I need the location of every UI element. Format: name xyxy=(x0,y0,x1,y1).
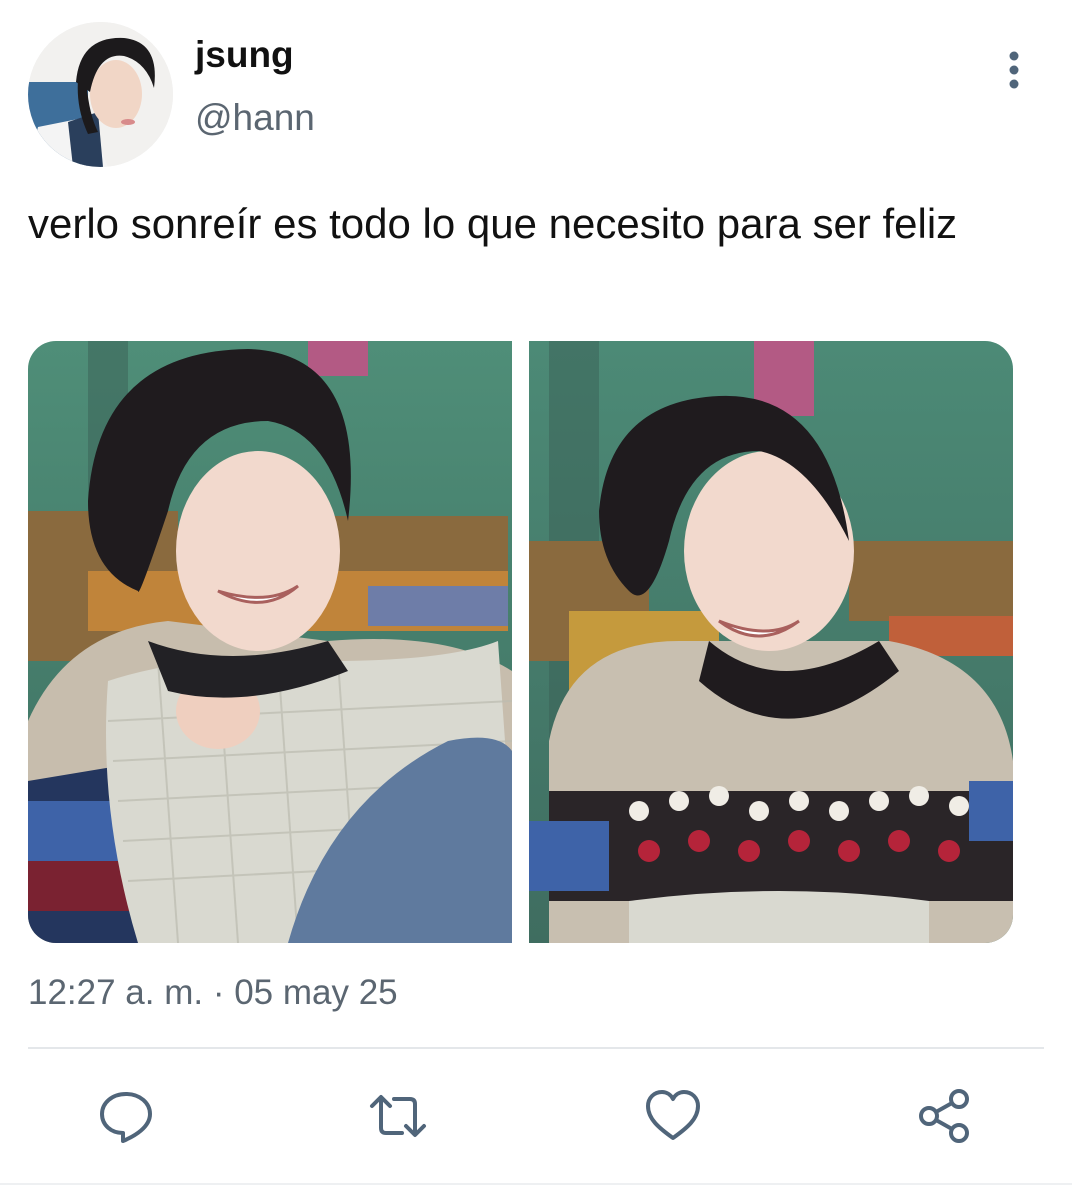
photo-smiling-person xyxy=(28,341,512,943)
tweet-photo-1[interactable] xyxy=(28,341,512,943)
tweet-photo-2[interactable] xyxy=(529,341,1013,943)
reply-button[interactable] xyxy=(96,1086,156,1146)
like-button[interactable] xyxy=(643,1086,703,1146)
tweet-timestamp[interactable]: 12:27 a. m. · 05 may 25 xyxy=(28,975,398,1010)
heart-icon xyxy=(646,1090,700,1140)
divider xyxy=(28,1047,1044,1049)
user-handle[interactable]: @hann xyxy=(195,99,315,136)
retweet-button[interactable] xyxy=(368,1086,428,1146)
display-name[interactable]: jsung xyxy=(195,36,294,73)
reply-icon xyxy=(100,1092,152,1143)
share-button[interactable] xyxy=(914,1086,974,1146)
avatar[interactable] xyxy=(28,22,173,167)
retweet-icon xyxy=(370,1095,426,1137)
more-options-button[interactable] xyxy=(994,46,1034,94)
avatar-image xyxy=(28,22,173,167)
tweet-text: verlo sonreír es todo lo que necesito pa… xyxy=(28,200,958,247)
share-icon xyxy=(919,1089,969,1143)
photo-laughing-person xyxy=(529,341,1013,943)
more-vertical-icon xyxy=(1009,51,1019,89)
bottom-divider xyxy=(0,1183,1072,1185)
